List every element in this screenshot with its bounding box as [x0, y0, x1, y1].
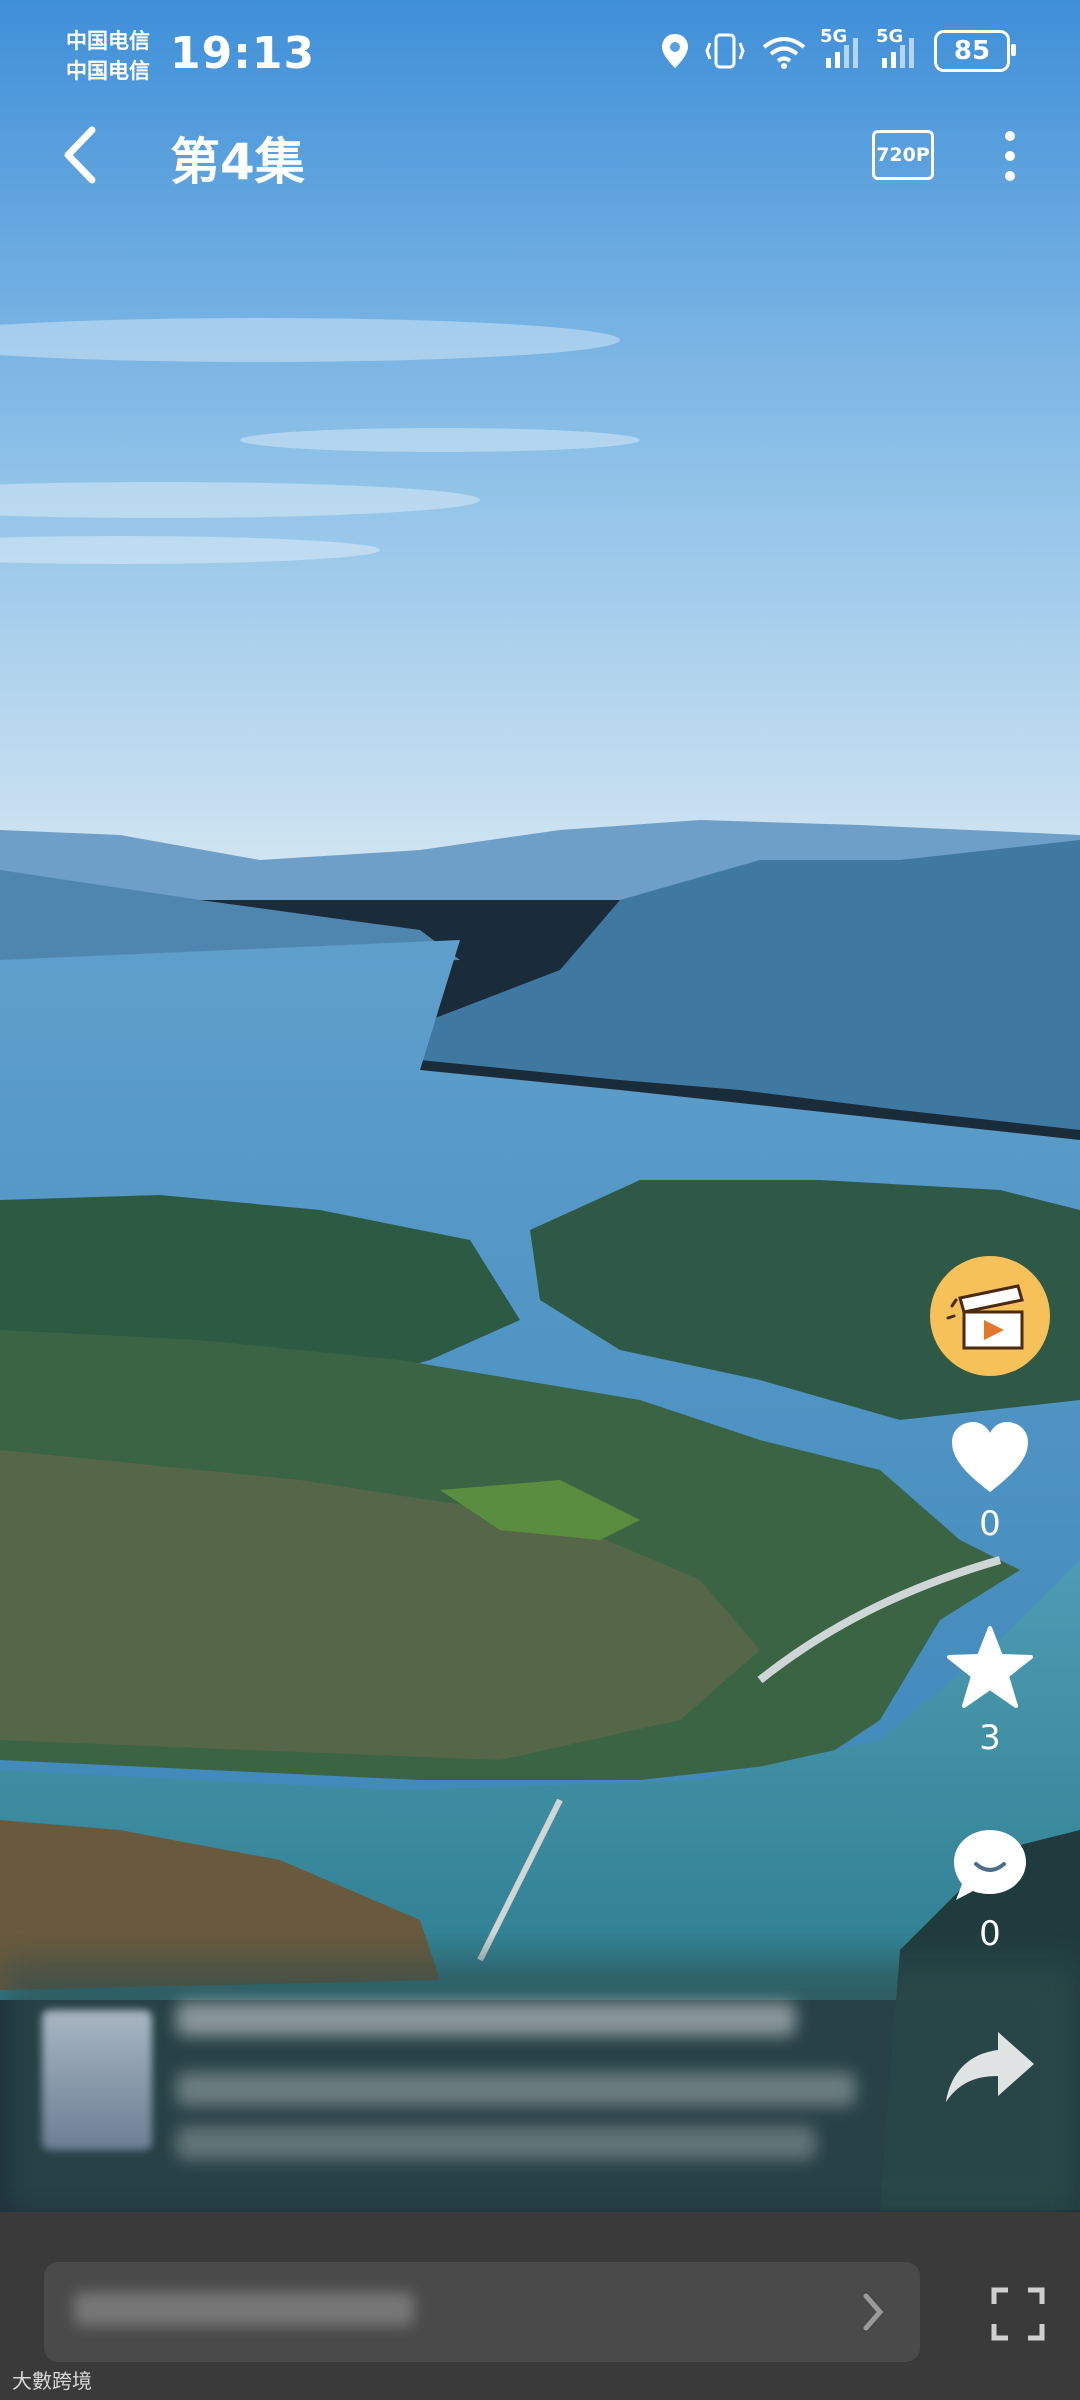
fullscreen-icon[interactable]: [990, 2286, 1046, 2342]
carrier-2: 中国电信: [66, 59, 150, 83]
vibrate-icon: [705, 33, 745, 69]
episode-selector[interactable]: [44, 2262, 920, 2362]
watermark: 大數跨境: [12, 2369, 92, 2393]
blurred-caption-line-1: [176, 2002, 796, 2036]
author-avatar[interactable]: [42, 2010, 152, 2150]
status-bar: 中国电信 中国电信 19:13 5G 5G 85: [0, 20, 1080, 100]
clapperboard-play-icon: [946, 1284, 1024, 1350]
star-icon: [947, 1626, 1033, 1708]
status-icons: 5G 5G 85: [660, 26, 1016, 72]
blurred-caption-line-2: [176, 2072, 856, 2106]
wifi-icon: [762, 37, 806, 69]
more-options-icon[interactable]: [990, 128, 1030, 184]
carrier-1: 中国电信: [66, 29, 150, 53]
bottom-bar: 大數跨境: [0, 2212, 1080, 2400]
signal-2: 5G: [876, 26, 920, 70]
heart-icon: [952, 1422, 1028, 1492]
quality-button[interactable]: 720P: [872, 130, 934, 180]
signal-1-label: 5G: [820, 26, 848, 47]
top-bar: 第4集 720P: [0, 110, 1080, 200]
comment-bubble-icon: [954, 1830, 1026, 1900]
video-info-area: [0, 1960, 1080, 2210]
favorite-count: 3: [979, 1718, 1001, 1758]
like-action[interactable]: 0: [930, 1420, 1050, 1544]
comment-count: 0: [979, 1914, 1001, 1954]
like-count: 0: [979, 1504, 1001, 1544]
battery-indicator: 85: [934, 30, 1016, 72]
signal-1: 5G: [820, 26, 864, 70]
signal-2-label: 5G: [876, 26, 904, 47]
carrier-labels: 中国电信 中国电信: [66, 26, 150, 86]
episode-title: 第4集: [170, 133, 305, 191]
blurred-caption-line-3: [176, 2126, 816, 2160]
blurred-selector-text: [74, 2292, 414, 2326]
episodes-button[interactable]: [930, 1256, 1050, 1376]
favorite-action[interactable]: 3: [930, 1624, 1050, 1758]
location-icon: [662, 34, 688, 68]
comment-action[interactable]: 0: [930, 1826, 1050, 1954]
share-icon[interactable]: [940, 2020, 1040, 2110]
chevron-right-icon: [863, 2293, 884, 2331]
back-button[interactable]: [52, 120, 112, 190]
clock: 19:13: [170, 28, 316, 79]
